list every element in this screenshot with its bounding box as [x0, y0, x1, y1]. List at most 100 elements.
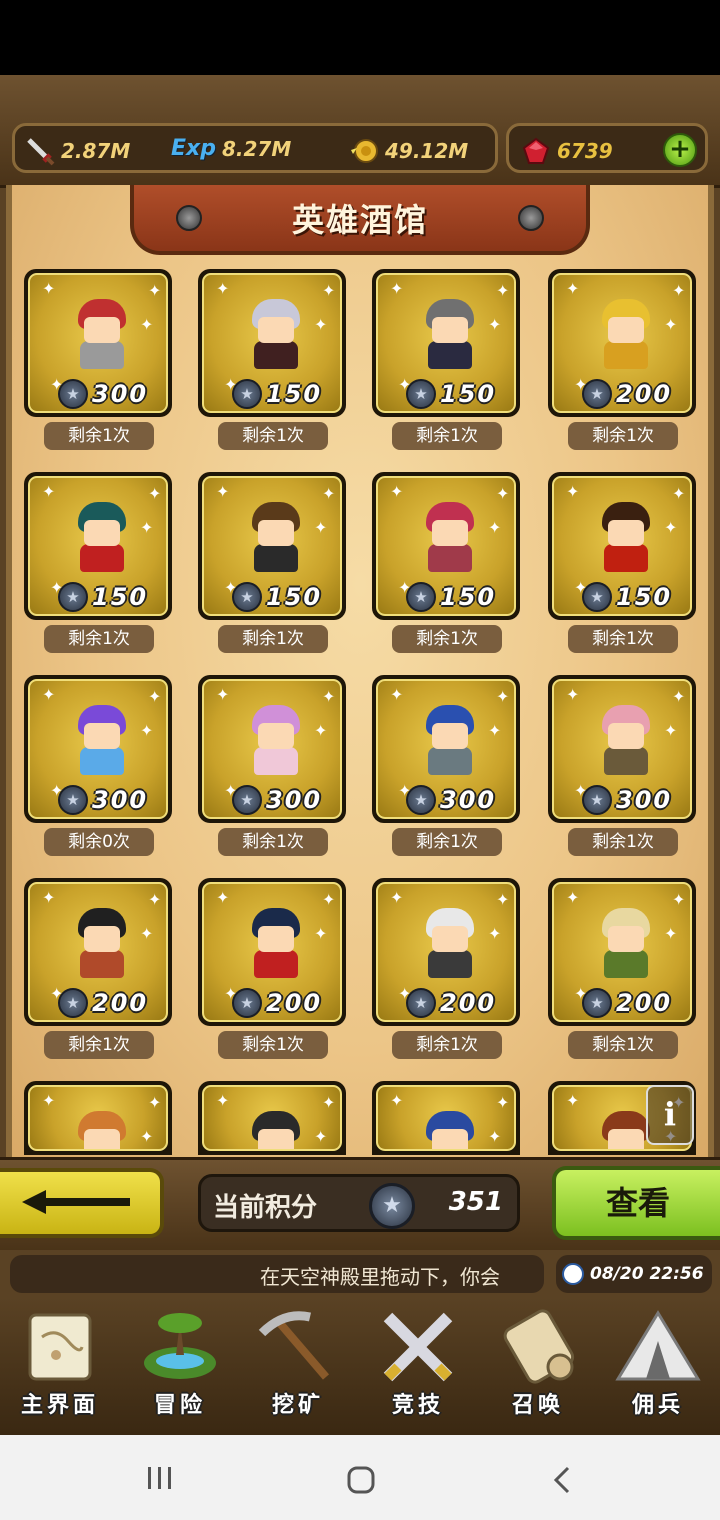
hero-portrait-frame: ✦ ✦ ✦ ✦ ★ 150 [552, 476, 692, 616]
exp-value: 8.27M [221, 136, 292, 161]
nav-summon[interactable]: 召唤 [480, 1303, 596, 1423]
hero-cost: ★ 300 [406, 785, 496, 815]
remaining-count: 剩余1次 [218, 828, 328, 856]
hero-portrait-frame: ✦ ✦ ✦ ✦ ★ 200 [202, 882, 342, 1022]
hero-card[interactable]: ✦ ✦ ✦ ✦ ★ 150 [24, 472, 172, 620]
remaining-count: 剩余1次 [218, 1031, 328, 1059]
hero-cost: ★ 150 [58, 582, 148, 612]
hero-sprite [246, 908, 306, 978]
sparkle-icon: ✦ [488, 1127, 502, 1146]
island-icon [144, 1313, 216, 1379]
back-icon[interactable] [552, 1465, 572, 1495]
hero-card[interactable]: ✦ ✦ ✦ ✦ ★ 200 [548, 269, 696, 417]
back-button[interactable] [0, 1168, 164, 1238]
hero-card[interactable]: ✦ ✦ ✦ ✦ ★ 150 [372, 472, 520, 620]
star-coin-icon: ★ [58, 379, 88, 409]
nav-mercenary[interactable]: 佣兵 [600, 1303, 716, 1423]
hero-portrait-frame: ✦ ✦ ✦ ✦ ★ 300 [376, 679, 516, 819]
sparkle-icon: ✦ [566, 279, 580, 298]
sparkle-icon: ✦ [488, 924, 502, 943]
remaining-count: 剩余1次 [568, 828, 678, 856]
hero-card[interactable]: ✦✦✦✦ [24, 1081, 172, 1155]
star-coin-icon: ★ [582, 582, 612, 612]
hero-card[interactable]: ✦ ✦ ✦ ✦ ★ 200 [198, 878, 346, 1026]
nav-mining[interactable]: 挖矿 [240, 1303, 356, 1423]
hero-card[interactable]: ✦ ✦ ✦ ✦ ★ 150 [548, 472, 696, 620]
ticker-text: 在天空神殿里拖动下，你会 [260, 1265, 500, 1289]
nav-arena[interactable]: 竞技 [360, 1303, 476, 1423]
hero-cost: ★ 200 [232, 988, 322, 1018]
sparkle-icon: ✦ [42, 888, 56, 907]
score-label: 当前积分 [213, 1193, 318, 1223]
nav-main[interactable]: 主界面 [2, 1303, 118, 1423]
gem-resource: 6739 [521, 136, 613, 166]
arrow-left-icon [22, 1190, 130, 1214]
clock-panel: 08/20 22:56 [556, 1255, 712, 1293]
remaining-count: 剩余1次 [218, 422, 328, 450]
sparkle-icon: ✦ [566, 888, 580, 907]
hero-sprite [72, 1111, 132, 1149]
nav-label: 佣兵 [631, 1393, 684, 1418]
star-coin-icon: ★ [406, 379, 436, 409]
rivet-icon [176, 205, 202, 231]
hero-cost: ★ 150 [232, 582, 322, 612]
cost-value: 150 [92, 583, 149, 611]
sparkle-icon: ✦ [664, 315, 678, 334]
hero-card[interactable]: ✦ ✦ ✦ ✦ ★ 300 [548, 675, 696, 823]
hero-card[interactable]: ✦ ✦ ✦ ✦ ★ 300 [372, 675, 520, 823]
score-value: 351 [448, 1187, 503, 1217]
remaining-count: 剩余1次 [392, 828, 502, 856]
clock-icon [562, 1263, 584, 1285]
remaining-count: 剩余1次 [568, 625, 678, 653]
add-gems-button[interactable]: + [663, 133, 697, 167]
sparkle-icon: ✦ [496, 1093, 510, 1112]
cost-value: 300 [440, 786, 497, 814]
hero-card[interactable]: ✦ ✦ ✦ ✦ ★ 150 [198, 472, 346, 620]
hero-sprite [246, 705, 306, 775]
hero-portrait-frame: ✦ ✦ ✦ ✦ ★ 200 [28, 882, 168, 1022]
hero-card[interactable]: ✦ ✦ ✦ ✦ ★ 300 [24, 675, 172, 823]
view-button[interactable]: 查看 [552, 1166, 720, 1240]
hero-portrait-frame: ✦✦✦✦ [202, 1085, 342, 1151]
hero-card[interactable]: ✦ ✦ ✦ ✦ ★ 200 [24, 878, 172, 1026]
hero-card[interactable]: ✦ ✦ ✦ ✦ ★ 150 [198, 269, 346, 417]
hero-card[interactable]: ✦ ✦ ✦ ✦ ★ 300 [198, 675, 346, 823]
hero-card[interactable]: ✦✦✦✦ [372, 1081, 520, 1155]
sparkle-icon: ✦ [496, 484, 510, 503]
sparkle-icon: ✦ [216, 888, 230, 907]
sparkle-icon: ✦ [148, 890, 162, 909]
news-ticker: 在天空神殿里拖动下，你会 [10, 1255, 544, 1293]
hero-portrait-frame: ✦ ✦ ✦ ✦ ★ 300 [28, 679, 168, 819]
star-coin-icon: ★ [582, 785, 612, 815]
nav-label: 召唤 [511, 1393, 564, 1418]
sparkle-icon: ✦ [664, 721, 678, 740]
sparkle-icon: ✦ [314, 518, 328, 537]
sparkle-icon: ✦ [322, 484, 336, 503]
hero-portrait-frame: ✦ ✦ ✦ ✦ ★ 150 [376, 273, 516, 413]
info-button[interactable]: i [646, 1085, 694, 1145]
nav-adventure[interactable]: 冒险 [122, 1303, 238, 1423]
hero-card[interactable]: ✦ ✦ ✦ ✦ ★ 150 [372, 269, 520, 417]
cost-value: 150 [616, 583, 673, 611]
bottom-nav: 主界面 冒险 挖矿 竞技 召唤 佣兵 [0, 1297, 720, 1435]
recent-apps-icon[interactable] [146, 1465, 174, 1491]
sparkle-icon: ✦ [140, 721, 154, 740]
star-coin-icon: ★ [232, 379, 262, 409]
cost-value: 200 [616, 380, 673, 408]
sparkle-icon: ✦ [390, 888, 404, 907]
home-icon[interactable] [346, 1465, 376, 1495]
star-coin-icon: ★ [58, 785, 88, 815]
page-title: 英雄酒馆 [291, 201, 428, 239]
hero-card[interactable]: ✦ ✦ ✦ ✦ ★ 200 [548, 878, 696, 1026]
hero-portrait-frame: ✦ ✦ ✦ ✦ ★ 150 [202, 273, 342, 413]
star-coin-icon: ★ [406, 785, 436, 815]
hero-portrait-frame: ✦✦✦✦ [376, 1085, 516, 1151]
sparkle-icon: ✦ [140, 1127, 154, 1146]
system-nav-bar [0, 1435, 720, 1520]
hero-card[interactable]: ✦✦✦✦ [198, 1081, 346, 1155]
star-coin-icon: ★ [406, 988, 436, 1018]
hero-card[interactable]: ✦ ✦ ✦ ✦ ★ 200 [372, 878, 520, 1026]
gem-value: 6739 [557, 139, 613, 163]
hero-cost: ★ 150 [406, 379, 496, 409]
hero-card[interactable]: ✦ ✦ ✦ ✦ ★ 300 [24, 269, 172, 417]
